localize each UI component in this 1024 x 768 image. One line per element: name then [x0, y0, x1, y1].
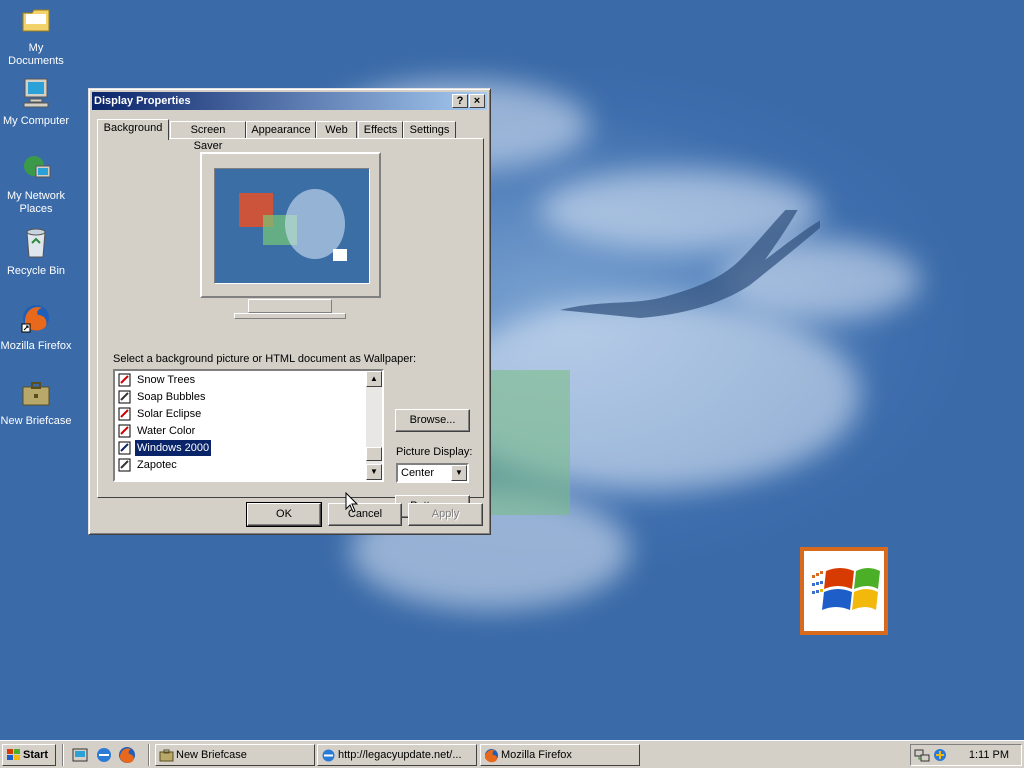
cancel-button[interactable]: Cancel	[328, 503, 402, 526]
picture-display-value: Center	[401, 467, 435, 479]
network-places-icon	[24, 156, 51, 178]
internet-explorer-icon[interactable]	[95, 746, 113, 764]
paint-file-icon	[118, 407, 131, 421]
help-button[interactable]: ?	[452, 94, 468, 108]
desktop-icon-label: My Documents	[8, 42, 64, 67]
picture-display-select[interactable]: Center ▼	[396, 463, 469, 483]
scroll-thumb[interactable]	[366, 447, 382, 461]
monitor-base	[234, 313, 346, 319]
briefcase-icon	[159, 749, 174, 762]
briefcase-icon	[22, 382, 50, 406]
taskbar-separator	[148, 744, 150, 766]
background-tab-panel: Select a background picture or HTML docu…	[97, 138, 484, 518]
tab-web[interactable]: Web	[316, 121, 357, 139]
taskbar-separator	[62, 744, 64, 766]
list-scrollbar[interactable]: ▲ ▼	[366, 371, 382, 480]
desktop-icon-my-documents[interactable]: My Documents	[0, 4, 72, 68]
start-button[interactable]: Start	[2, 744, 56, 766]
start-label: Start	[23, 749, 49, 761]
monitor-preview	[200, 152, 381, 298]
task-legacyupdate[interactable]: http://legacyupdate.net/...	[317, 744, 477, 766]
scroll-down-arrow-icon[interactable]: ▼	[366, 464, 382, 480]
internet-explorer-icon	[322, 749, 335, 762]
desktop-icon-mozilla-firefox[interactable]: Mozilla Firefox	[0, 302, 72, 353]
recycle-bin-icon	[26, 228, 46, 258]
chevron-down-icon[interactable]: ▼	[451, 465, 467, 481]
close-button[interactable]: ×	[469, 94, 485, 108]
tab-screen-saver[interactable]: Screen Saver	[170, 121, 246, 152]
system-tray: 1:11 PM	[910, 744, 1022, 766]
desktop-icon-recycle-bin[interactable]: Recycle Bin	[0, 227, 72, 278]
picture-display-label: Picture Display:	[396, 446, 473, 458]
tab-settings[interactable]: Settings	[403, 121, 456, 139]
desktop-icon-label: New Briefcase	[0, 415, 72, 427]
scroll-up-arrow-icon[interactable]: ▲	[366, 371, 382, 387]
wallpaper-preview	[214, 168, 370, 284]
monitor-stand	[248, 299, 332, 313]
tab-background[interactable]: Background	[97, 119, 169, 140]
task-mozilla-firefox[interactable]: Mozilla Firefox	[480, 744, 640, 766]
wallpaper-label: Select a background picture or HTML docu…	[113, 353, 417, 365]
desktop-icon-label: My Network Places	[6, 190, 66, 215]
dialog-title: Display Properties	[94, 95, 191, 107]
clock[interactable]: 1:11 PM	[969, 745, 1009, 765]
desktop-icon-label: Recycle Bin	[6, 265, 66, 277]
paint-file-icon	[118, 390, 131, 404]
windows-logo	[800, 547, 888, 635]
browse-button[interactable]: Browse...	[395, 409, 470, 432]
wallpaper-list[interactable]: Snow Trees Soap Bubbles Solar Eclipse Wa…	[113, 369, 384, 482]
show-desktop-icon[interactable]	[72, 746, 90, 764]
mouse-cursor-icon	[345, 492, 359, 513]
windows-flag-icon	[7, 749, 20, 760]
computer-icon	[23, 78, 49, 108]
paint-file-icon	[118, 373, 131, 387]
apply-button[interactable]: Apply	[408, 503, 483, 526]
desktop-icon-new-briefcase[interactable]: New Briefcase	[0, 377, 72, 428]
desktop-icon-label: My Computer	[2, 115, 70, 127]
wallpaper-diver-silhouette	[560, 210, 820, 318]
ok-button[interactable]: OK	[246, 502, 322, 527]
tab-appearance[interactable]: Appearance	[246, 121, 316, 139]
tab-effects[interactable]: Effects	[358, 121, 403, 139]
update-tray-icon[interactable]	[932, 747, 948, 763]
firefox-icon	[485, 749, 498, 763]
desktop-icon-label: Mozilla Firefox	[0, 340, 72, 352]
network-tray-icon[interactable]	[914, 747, 930, 763]
paint-file-icon	[118, 458, 131, 472]
taskbar: Start New Briefcase http://legacyupdate.…	[0, 740, 1024, 768]
display-properties-dialog: Display Properties ? × Background Screen…	[88, 88, 491, 535]
task-new-briefcase[interactable]: New Briefcase	[155, 744, 315, 766]
dialog-titlebar[interactable]: Display Properties ? ×	[92, 92, 487, 110]
firefox-icon[interactable]	[118, 746, 136, 764]
paint-file-icon	[118, 441, 131, 455]
folder-icon	[22, 9, 50, 32]
desktop-icon-my-network-places[interactable]: My Network Places	[0, 152, 72, 216]
firefox-icon	[21, 305, 49, 333]
desktop-icon-my-computer[interactable]: My Computer	[0, 77, 72, 128]
paint-file-icon	[118, 424, 131, 438]
